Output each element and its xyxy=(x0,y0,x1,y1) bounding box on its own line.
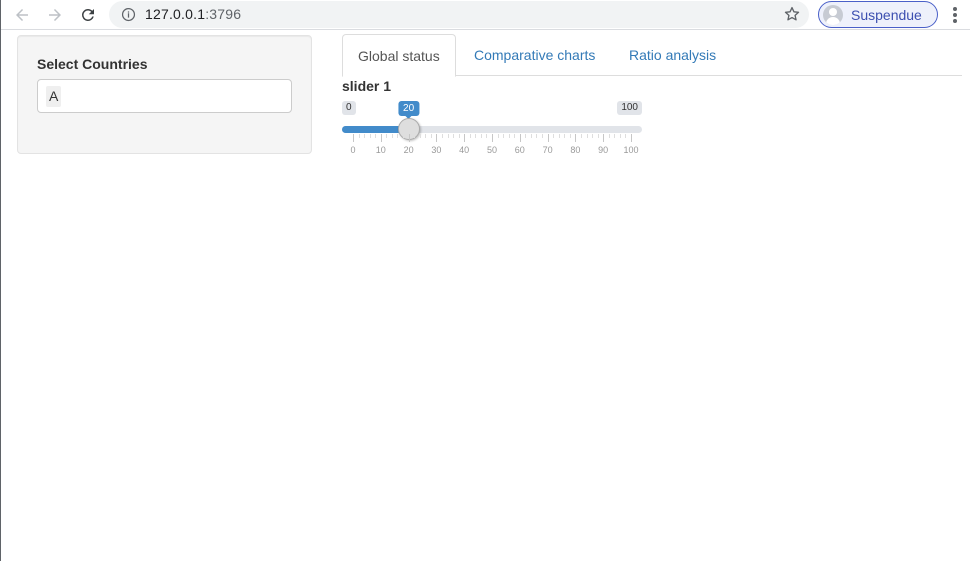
slider-major-tick xyxy=(380,134,382,142)
slider-major-tick xyxy=(603,134,605,142)
slider-grid: 0 10 20 30 40 50 60 70 80 90 100 xyxy=(342,134,642,160)
slider-major-tick xyxy=(464,134,466,142)
slider-major-tick xyxy=(353,134,354,142)
slider-minor-tick xyxy=(614,134,616,138)
slider-minor-tick xyxy=(525,134,527,138)
slider-minor-tick xyxy=(447,134,449,138)
tab-ratio-analysis[interactable]: Ratio analysis xyxy=(614,34,731,76)
slider-tick-label: 90 xyxy=(598,145,609,155)
slider-tick-label: 50 xyxy=(486,145,498,155)
slider-tick-label: 20 xyxy=(403,145,414,155)
slider-minor-tick xyxy=(536,134,538,138)
slider-minor-tick xyxy=(386,134,388,138)
slider-major-tick xyxy=(519,134,521,142)
tab-global-status[interactable]: Global status xyxy=(342,34,456,77)
slider-minor-tick xyxy=(486,134,488,138)
slider-minor-tick xyxy=(441,134,443,138)
slider-min-label: 0 xyxy=(342,101,356,115)
menu-dots-icon[interactable] xyxy=(948,5,962,25)
slider-minor-tick xyxy=(608,134,610,138)
country-select-input[interactable]: A xyxy=(37,79,292,113)
slider-major-tick xyxy=(492,134,493,142)
slider-minor-tick xyxy=(503,134,505,138)
url-text: 127.0.0.1:3796 xyxy=(145,6,241,22)
slider-major-tick xyxy=(575,134,577,142)
avatar-icon xyxy=(823,4,843,25)
profile-button[interactable]: Suspendue xyxy=(818,1,938,28)
slider-minor-tick xyxy=(403,134,405,138)
selected-country-item[interactable]: A xyxy=(46,86,62,107)
slider-tick-label: 70 xyxy=(542,145,553,155)
slider-minor-tick xyxy=(514,134,516,138)
slider-minor-tick xyxy=(458,134,460,138)
select-countries-label: Select Countries xyxy=(37,56,148,72)
range-slider[interactable]: 0 100 20 0 10 20 30 40 50 60 70 80 90 100 xyxy=(342,100,642,160)
slider-tick-label: 10 xyxy=(375,145,386,155)
tab-bar: Global status Comparative charts Ratio a… xyxy=(342,34,962,77)
forward-arrow-icon[interactable] xyxy=(44,4,66,26)
slider-minor-tick xyxy=(391,134,393,138)
slider-major-tick xyxy=(436,134,438,142)
info-icon[interactable] xyxy=(121,7,136,22)
slider-tick-label: 100 xyxy=(623,145,639,155)
slider-minor-tick xyxy=(414,134,416,138)
slider-minor-tick xyxy=(358,134,360,138)
slider-minor-tick xyxy=(508,134,510,138)
slider-minor-tick xyxy=(580,134,582,138)
sidebar-panel: Select Countries A xyxy=(17,35,312,154)
slider-minor-tick xyxy=(430,134,432,138)
slider-minor-tick xyxy=(475,134,477,138)
profile-label: Suspendue xyxy=(851,6,922,23)
slider-label: slider 1 xyxy=(342,78,392,94)
slider-minor-tick xyxy=(497,134,499,138)
slider-major-tick xyxy=(547,134,549,142)
slider-minor-tick xyxy=(542,134,544,138)
slider-minor-tick xyxy=(558,134,560,138)
slider-minor-tick xyxy=(469,134,471,138)
slider-tick-label: 80 xyxy=(570,145,581,155)
slider-major-tick xyxy=(631,134,632,142)
slider-minor-tick xyxy=(375,134,377,138)
slider-minor-tick xyxy=(419,134,421,138)
slider-minor-tick xyxy=(564,134,566,138)
slider-minor-tick xyxy=(369,134,371,138)
slider-minor-tick xyxy=(597,134,599,138)
slider-minor-tick xyxy=(530,134,532,138)
slider-minor-tick xyxy=(619,134,621,138)
reload-icon[interactable] xyxy=(77,4,99,26)
url-host: 127.0.0.1 xyxy=(145,6,206,22)
slider-minor-tick xyxy=(397,134,399,138)
browser-toolbar: 127.0.0.1:3796 Suspendue xyxy=(1,0,970,30)
slider-minor-tick xyxy=(625,134,627,138)
slider-value-label: 20 xyxy=(398,101,420,119)
slider-max-label: 100 xyxy=(617,101,642,115)
slider-minor-tick xyxy=(592,134,594,138)
slider-tick-label: 30 xyxy=(431,145,442,155)
slider-minor-tick xyxy=(425,134,427,138)
slider-minor-tick xyxy=(453,134,455,138)
slider-minor-tick xyxy=(569,134,571,138)
slider-minor-tick xyxy=(553,134,555,138)
back-arrow-icon[interactable] xyxy=(11,4,33,26)
slider-tick-label: 0 xyxy=(350,145,356,155)
slider-minor-tick xyxy=(364,134,366,138)
star-icon[interactable] xyxy=(783,5,801,23)
address-bar[interactable]: 127.0.0.1:3796 xyxy=(109,1,809,28)
slider-major-tick xyxy=(408,134,410,142)
slider-minor-tick xyxy=(586,134,588,138)
tab-comparative-charts[interactable]: Comparative charts xyxy=(459,34,610,76)
url-port: :3796 xyxy=(205,6,242,22)
slider-tick-label: 60 xyxy=(514,145,525,155)
slider-tick-label: 40 xyxy=(459,145,470,155)
browser-window: 127.0.0.1:3796 Suspendue Select Countrie… xyxy=(0,0,970,561)
slider-minor-tick xyxy=(480,134,482,138)
